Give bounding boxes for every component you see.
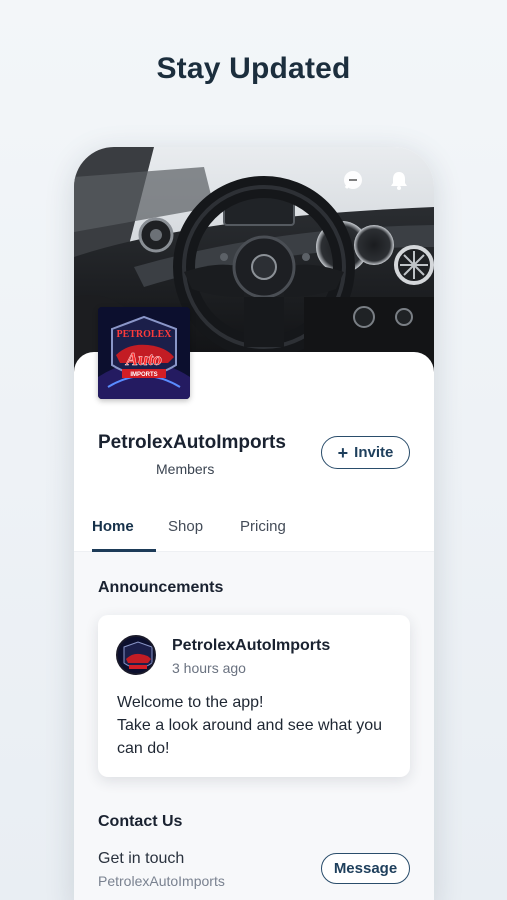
logo-text-bottom: IMPORTS [130, 372, 157, 378]
invite-label: Invite [354, 444, 394, 461]
logo-text-top: PETROLEX [116, 329, 172, 340]
phone-frame: PETROLEX Auto IMPORTS PetrolexAutoImport… [74, 147, 434, 900]
plus-icon: + [337, 442, 349, 463]
members-label[interactable]: Members [156, 461, 214, 477]
bell-icon[interactable] [388, 169, 410, 191]
post-author: PetrolexAutoImports [172, 637, 331, 654]
announcement-post[interactable]: PetrolexAutoImports 3 hours ago Welcome … [98, 615, 410, 777]
message-button[interactable]: Message [321, 853, 410, 884]
announcements-title: Announcements [98, 579, 224, 596]
tab-bar: Home Shop Pricing [74, 507, 434, 552]
contact-title: Contact Us [98, 813, 183, 830]
logo-text-mid: Auto [125, 349, 162, 369]
post-line-2: Take a look around and see what you can … [117, 717, 383, 757]
contact-subtitle: Get in touch [98, 850, 185, 867]
post-line-1: Welcome to the app! [117, 694, 264, 711]
header-icons [342, 169, 410, 191]
author-avatar [116, 635, 156, 675]
contact-name: PetrolexAutoImports [98, 873, 225, 889]
site-name: PetrolexAutoImports [98, 432, 286, 453]
site-logo: PETROLEX Auto IMPORTS [98, 307, 190, 399]
invite-button[interactable]: + Invite [321, 436, 410, 469]
post-body: Welcome to the app! Take a look around a… [117, 691, 397, 760]
tab-pricing[interactable]: Pricing [240, 518, 286, 535]
chat-icon[interactable] [342, 169, 364, 191]
post-timestamp: 3 hours ago [172, 660, 246, 676]
tab-home[interactable]: Home [92, 518, 134, 535]
tab-shop[interactable]: Shop [168, 518, 203, 535]
headline: Stay Updated [156, 52, 351, 85]
